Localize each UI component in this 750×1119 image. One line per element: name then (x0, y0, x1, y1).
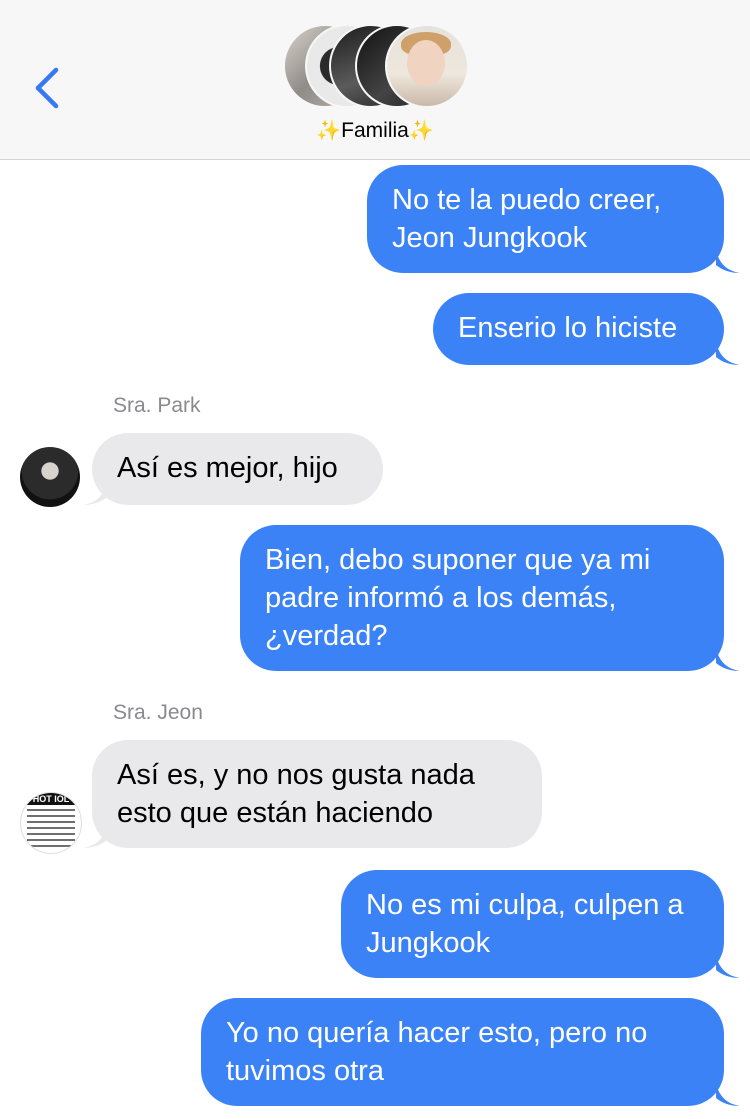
bubble-tail (716, 343, 740, 365)
bubble-tail (716, 1084, 740, 1106)
group-name: Familia (341, 119, 409, 142)
bubble-tail (83, 826, 107, 848)
incoming-message-bubble[interactable]: Así es, y no nos gusta nada esto que est… (92, 740, 542, 848)
sender-name: Sra. Park (113, 394, 201, 417)
outgoing-message-bubble[interactable]: Yo no quería hacer esto, pero no tuvimos… (201, 998, 724, 1106)
contact-avatar[interactable] (20, 447, 80, 507)
group-avatar (385, 24, 469, 108)
message-text: Así es, y no nos gusta nada esto que est… (117, 759, 475, 829)
message-text: Enserio lo hiciste (458, 312, 678, 344)
contact-avatar[interactable]: HOT IOL (20, 792, 82, 854)
sparkle-icon: ✨ (316, 120, 342, 142)
bubble-tail (716, 251, 740, 273)
group-title[interactable]: ✨Familia✨ (0, 118, 750, 143)
sparkle-icon: ✨ (408, 120, 434, 142)
message-text: No te la puedo creer, Jeon Jungkook (392, 184, 662, 254)
bubble-tail (716, 649, 740, 671)
conversation-header: ✨Familia✨ (0, 0, 750, 160)
message-text: No es mi culpa, culpen a Jungkook (366, 889, 684, 959)
bubble-tail (716, 956, 740, 978)
message-text: Bien, debo suponer que ya mi padre infor… (265, 544, 651, 652)
bubble-tail (83, 483, 107, 505)
sender-name: Sra. Jeon (113, 701, 203, 724)
outgoing-message-bubble[interactable]: No te la puedo creer, Jeon Jungkook (367, 165, 724, 273)
outgoing-message-bubble[interactable]: Enserio lo hiciste (433, 293, 724, 365)
outgoing-message-bubble[interactable]: Bien, debo suponer que ya mi padre infor… (240, 525, 724, 671)
message-text: Así es mejor, hijo (117, 452, 338, 484)
message-text: Yo no quería hacer esto, pero no tuvimos… (226, 1017, 648, 1087)
avatar-badge: HOT IOL (21, 793, 81, 805)
group-avatars[interactable] (283, 24, 473, 108)
chevron-left-icon (35, 67, 59, 109)
incoming-message-bubble[interactable]: Así es mejor, hijo (92, 433, 383, 505)
outgoing-message-bubble[interactable]: No es mi culpa, culpen a Jungkook (341, 870, 724, 978)
back-button[interactable] (28, 62, 68, 114)
